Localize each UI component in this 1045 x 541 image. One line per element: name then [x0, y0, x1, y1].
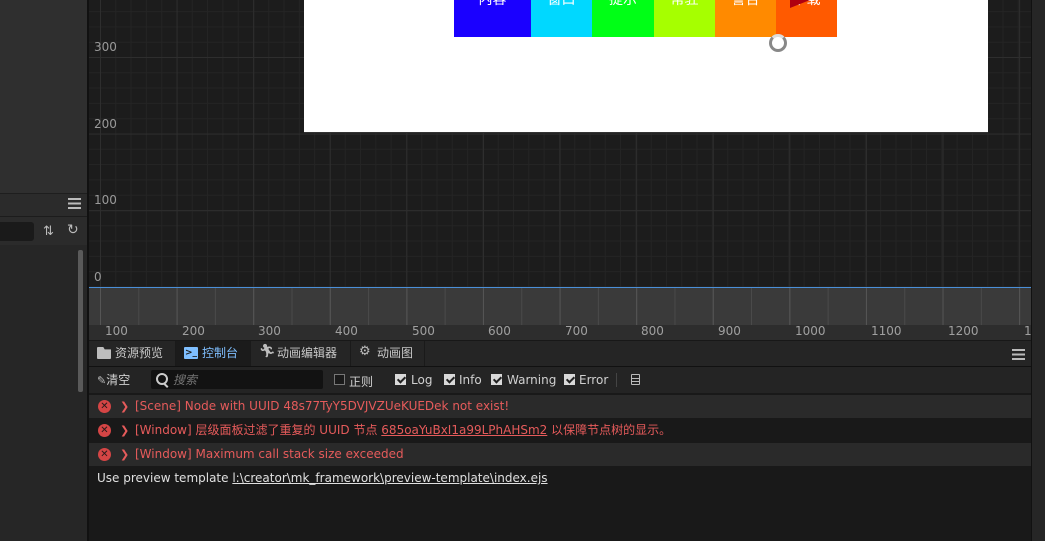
scene-view[interactable]: 300 200 100 0 内容 窗口 提示 常驻 警告 下载 100 200 …: [89, 0, 1031, 340]
folder-icon: [97, 347, 111, 359]
info-checkbox[interactable]: [444, 374, 455, 385]
x-axis-label: 800: [641, 324, 664, 338]
info-label: Info: [459, 373, 482, 387]
panel-menu-icon[interactable]: [1012, 349, 1025, 360]
console-search[interactable]: [151, 370, 323, 389]
right-panel-edge: [1031, 0, 1045, 541]
hierarchy-search-input[interactable]: [0, 222, 34, 241]
y-axis-label: 100: [94, 193, 117, 207]
search-icon: [156, 373, 168, 385]
regex-checkbox[interactable]: [334, 374, 345, 385]
x-axis-label: 500: [412, 324, 435, 338]
tab-console[interactable]: >_ 控制台: [176, 341, 251, 366]
console-panel: 资源预览 >_ 控制台 🏃︎ 动画编辑器 ⚙︎ 动画图 ✎清空 正则 Log I…: [89, 341, 1031, 541]
x-axis-label: 900: [718, 324, 741, 338]
error-icon: ✕: [98, 424, 111, 437]
console-message[interactable]: ✕ ❯ [Window] Maximum call stack size exc…: [89, 443, 1031, 466]
x-axis-label: 1200: [948, 324, 979, 338]
refresh-icon[interactable]: ↻: [67, 222, 79, 238]
tab-assets-preview[interactable]: 资源预览: [89, 341, 176, 366]
error-checkbox[interactable]: [564, 374, 575, 385]
y-axis-label: 300: [94, 40, 117, 54]
menu-icon[interactable]: [68, 198, 81, 209]
warning-checkbox[interactable]: [491, 374, 502, 385]
x-axis-label: 100: [105, 324, 128, 338]
expand-chevron-icon[interactable]: ❯: [120, 419, 129, 442]
animation-graph-icon: ⚙︎: [359, 344, 371, 359]
console-toolbar: ✎清空 正则 Log Info Warning Error: [89, 367, 1031, 393]
hierarchy-scrollbar[interactable]: [78, 250, 83, 392]
expand-chevron-icon[interactable]: ❯: [120, 443, 129, 466]
node-uuid-link[interactable]: 685oaYuBxI1a99LPhAHSm2: [381, 423, 547, 437]
clear-button[interactable]: ✎清空: [97, 371, 130, 389]
tab-animation-graph[interactable]: ⚙︎ 动画图: [351, 341, 425, 366]
canvas-button-warning[interactable]: 警告: [715, 0, 776, 37]
error-icon: ✕: [98, 448, 111, 461]
canvas-button-resident[interactable]: 常驻: [654, 0, 715, 37]
x-axis-label: 1100: [871, 324, 902, 338]
log-checkbox[interactable]: [395, 374, 406, 385]
tab-animation-editor[interactable]: 🏃︎ 动画编辑器: [251, 341, 351, 366]
sort-icon[interactable]: ⇅: [43, 224, 54, 239]
canvas-button-window[interactable]: 窗口: [531, 0, 592, 37]
log-label: Log: [411, 373, 433, 387]
expand-chevron-icon[interactable]: ❯: [120, 395, 129, 418]
left-upper-panel: [0, 0, 88, 194]
x-axis-label: 1000: [795, 324, 826, 338]
console-message[interactable]: ✕ ❯ [Scene] Node with UUID 48s77TyY5DVJV…: [89, 395, 1031, 418]
template-path-link[interactable]: l:\creator\mk_framework\preview-template…: [232, 471, 547, 485]
running-figure-icon: 🏃︎: [259, 344, 276, 359]
x-axis-label: 400: [335, 324, 358, 338]
error-label: Error: [579, 373, 609, 387]
broom-icon: ✎: [97, 374, 107, 387]
x-axis-label: 600: [488, 324, 511, 338]
console-message[interactable]: Use preview template l:\creator\mk_frame…: [89, 467, 1031, 490]
canvas-button-content[interactable]: 内容: [454, 0, 531, 37]
x-axis-label: 700: [565, 324, 588, 338]
search-input[interactable]: [173, 370, 318, 389]
game-canvas[interactable]: 内容 窗口 提示 常驻 警告 下载: [304, 0, 988, 133]
toolbar-divider: [616, 373, 617, 387]
left-panel-header: [0, 194, 88, 217]
warning-label: Warning: [507, 373, 557, 387]
console-message[interactable]: ✕ ❯ [Window] 层级面板过滤了重复的 UUID 节点 685oaYuB…: [89, 419, 1031, 442]
arrow-icon: [790, 0, 810, 8]
panel-tabbar: 资源预览 >_ 控制台 🏃︎ 动画编辑器 ⚙︎ 动画图: [89, 341, 1031, 367]
error-icon: ✕: [98, 400, 111, 413]
regex-label: 正则: [349, 375, 374, 389]
y-axis-label: 200: [94, 117, 117, 131]
loading-spinner-icon: [769, 34, 787, 52]
x-axis-label: 300: [258, 324, 281, 338]
log-file-icon[interactable]: [631, 374, 640, 385]
y-axis-label: 0: [94, 270, 102, 284]
canvas-button-tip[interactable]: 提示: [592, 0, 654, 37]
hierarchy-tree: [0, 245, 88, 541]
terminal-icon: >_: [184, 347, 198, 359]
x-axis-label: 1: [1024, 324, 1031, 338]
x-axis-label: 200: [182, 324, 205, 338]
